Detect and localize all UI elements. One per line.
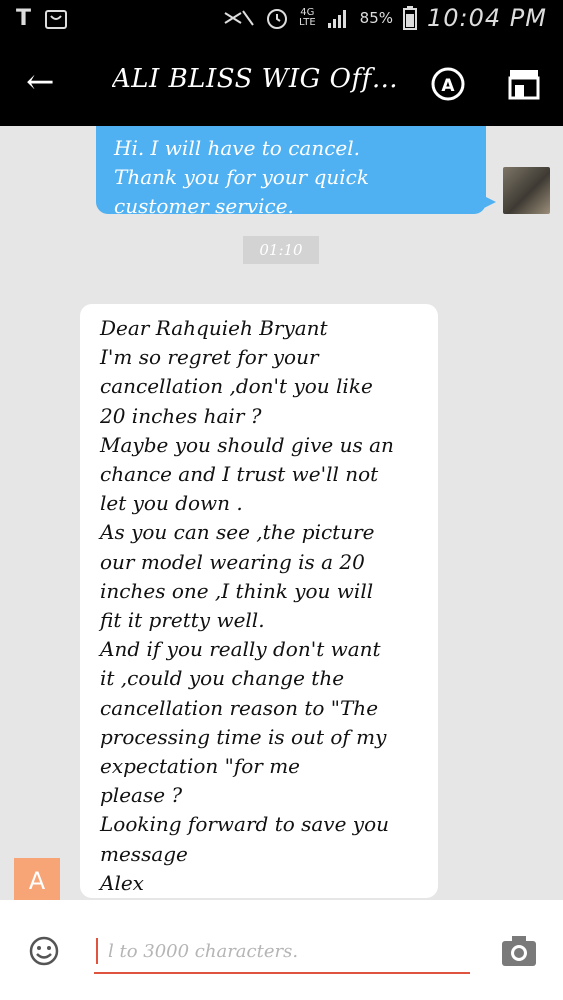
message-list[interactable]: Hi. I will have to cancel. Thank you for…	[0, 126, 563, 900]
message-line: chance and I trust we'll not	[100, 462, 379, 487]
gallery-icon	[45, 9, 68, 29]
camera-icon[interactable]	[500, 934, 538, 968]
store-icon[interactable]	[506, 66, 542, 102]
outgoing-message-bubble[interactable]: Hi. I will have to cancel. Thank you for…	[96, 126, 496, 218]
chat-header: ← ALI BLISS WIG Offici... A	[0, 40, 563, 126]
mute-icon	[224, 10, 254, 26]
message-line: let you down .	[100, 491, 243, 516]
message-line: processing time is out of my	[100, 724, 387, 749]
text-cursor	[96, 938, 98, 964]
translate-icon[interactable]: A	[430, 66, 466, 102]
clock: 10:04 PM	[427, 4, 547, 32]
message-line: Thank you for your quick	[114, 165, 369, 189]
message-line: inches one ,I think you will	[100, 578, 374, 603]
message-line: expectation "for me	[100, 754, 300, 779]
message-line: 20 inches hair ?	[100, 403, 262, 428]
my-avatar[interactable]	[503, 167, 550, 214]
incoming-message-bubble[interactable]: Dear Rahquieh Bryant I'm so regret for y…	[80, 304, 438, 898]
message-line: please ?	[100, 783, 183, 808]
message-line: customer service.	[114, 194, 294, 218]
message-line: Maybe you should give us an	[100, 432, 394, 457]
battery-icon	[403, 6, 418, 30]
message-line: it ,could you change the	[100, 666, 345, 691]
message-input[interactable]	[94, 930, 470, 974]
message-line: Alex	[100, 870, 144, 895]
message-timestamp: 01:10	[243, 236, 319, 264]
message-line: Hi. I will have to cancel.	[114, 136, 361, 160]
emoji-icon[interactable]	[28, 935, 60, 967]
message-line: I'm so regret for your	[100, 345, 319, 370]
message-line: As you can see ,the picture	[100, 520, 375, 545]
chat-title: ALI BLISS WIG Offici...	[112, 64, 402, 94]
message-line: cancellation ,don't you like	[100, 374, 373, 399]
back-arrow-icon[interactable]: ←	[26, 62, 55, 102]
message-line: our model wearing is a 20	[100, 549, 365, 574]
battery-percent: 85%	[359, 9, 394, 27]
message-line: And if you really don't want	[100, 637, 381, 662]
signal-icon	[327, 10, 346, 28]
network-4g-lte-icon: 4G LTE	[299, 7, 316, 28]
sender-avatar[interactable]: A	[14, 858, 60, 900]
message-line: cancellation reason to "The	[100, 695, 379, 720]
t-mobile-icon: T	[16, 6, 32, 31]
message-line: Looking forward to save you	[100, 812, 390, 837]
svg-text:A: A	[441, 76, 455, 96]
message-line: fit it pretty well.	[100, 608, 265, 633]
alarm-icon	[267, 9, 288, 29]
compose-bar	[0, 900, 563, 1000]
message-line: message	[100, 841, 188, 866]
message-line: Dear Rahquieh Bryant	[100, 316, 328, 340]
status-bar: T 4G LTE 85% 10:04 PM	[0, 0, 563, 40]
